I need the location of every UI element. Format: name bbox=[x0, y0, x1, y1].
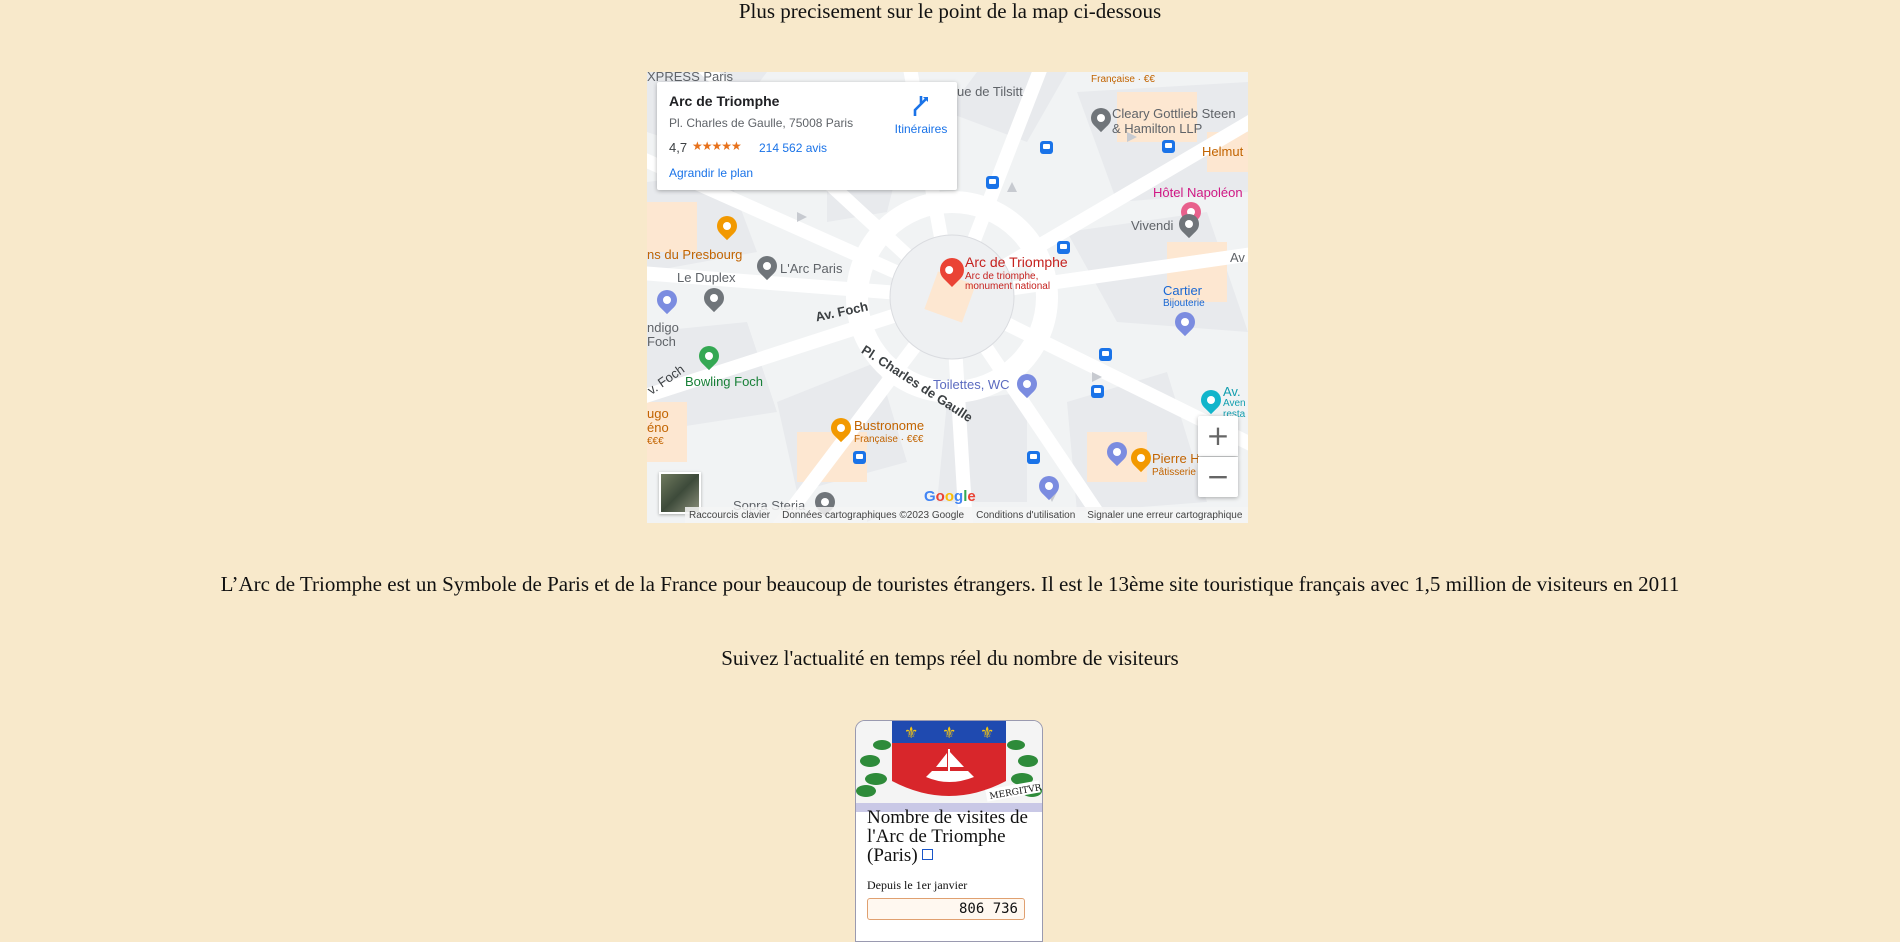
report-error-link[interactable]: Signaler une erreur cartographique bbox=[1087, 510, 1242, 521]
intro-text: Plus precisement sur le point de la map … bbox=[738, 0, 1162, 23]
poi-geno: éno bbox=[647, 420, 669, 435]
directions-button[interactable]: Itinéraires bbox=[889, 94, 953, 136]
poi-bowling[interactable]: Bowling Foch bbox=[685, 374, 763, 389]
poi-cleary-1[interactable]: Cleary Gottlieb Steen bbox=[1112, 106, 1236, 121]
poi-euros: €€€ bbox=[647, 436, 664, 447]
description-text: L’Arc de Triomphe est un Symbole de Pari… bbox=[220, 572, 1680, 596]
map-footer: Raccourcis clavier Données cartographiqu… bbox=[685, 507, 1248, 523]
keyboard-shortcuts-link[interactable]: Raccourcis clavier bbox=[689, 510, 770, 521]
poi-bustronome[interactable]: Bustronome bbox=[854, 418, 924, 433]
reviews-link[interactable]: 214 562 avis bbox=[759, 141, 827, 155]
bus-stop-icon[interactable] bbox=[1162, 140, 1175, 153]
poi-av-right: Av bbox=[1230, 250, 1245, 265]
map-data-credit: Données cartographiques ©2023 Google bbox=[782, 509, 965, 521]
svg-text:⚜: ⚜ bbox=[904, 723, 918, 742]
follow-text: Suivez l'actualité en temps réel du nomb… bbox=[721, 646, 1179, 670]
poi-francaise: Française · €€ bbox=[1091, 74, 1155, 85]
paris-coat-of-arms-icon: ⚜ ⚜ ⚜ MERGITVR bbox=[856, 721, 1042, 803]
poi-toilettes[interactable]: Toilettes, WC bbox=[933, 377, 1010, 392]
zoom-out-button[interactable]: − bbox=[1198, 457, 1238, 497]
zoom-in-button[interactable]: + bbox=[1198, 416, 1238, 456]
bus-stop-icon[interactable] bbox=[853, 451, 866, 464]
place-address: Pl. Charles de Gaulle, 75008 Paris bbox=[669, 116, 854, 130]
widget-title-text[interactable]: Nombre de visites de l'Arc de Triomphe (… bbox=[867, 807, 1028, 866]
widget-since-label: Depuis le 1er janvier bbox=[867, 878, 968, 892]
bus-stop-icon[interactable] bbox=[986, 176, 999, 189]
external-link-icon[interactable] bbox=[921, 849, 933, 860]
place-info-card: Arc de Triomphe Pl. Charles de Gaulle, 7… bbox=[657, 82, 957, 190]
embedded-map[interactable]: XPRESS Paris Française · €€ ue de Tilsit… bbox=[647, 72, 1248, 523]
poi-av-right-2: Av. bbox=[1223, 384, 1241, 399]
poi-indigo-1[interactable]: ndigo bbox=[647, 320, 679, 335]
poi-hotel[interactable]: Hôtel Napoléon bbox=[1153, 185, 1243, 200]
poi-bustronome-sub: Française · €€€ bbox=[854, 434, 924, 445]
bus-stop-icon[interactable] bbox=[1099, 348, 1112, 361]
widget-title[interactable]: Nombre de visites de l'Arc de Triomphe (… bbox=[867, 808, 1037, 865]
rating-stars-icon: ★★★★★ bbox=[692, 139, 742, 153]
poi-vivendi[interactable]: Vivendi bbox=[1131, 218, 1173, 233]
poi-cartier[interactable]: Cartier bbox=[1163, 283, 1202, 298]
poi-cleary-2: & Hamilton LLP bbox=[1112, 121, 1203, 136]
place-rating: 4,7 bbox=[669, 140, 688, 155]
poi-presbourg[interactable]: ns du Presbourg bbox=[647, 247, 742, 262]
directions-label: Itinéraires bbox=[894, 122, 948, 136]
poi-arc-paris[interactable]: L'Arc Paris bbox=[780, 261, 842, 276]
poi-tilsitt: ue de Tilsitt bbox=[957, 84, 1023, 99]
poi-duplex[interactable]: Le Duplex bbox=[677, 270, 736, 285]
bus-stop-icon[interactable] bbox=[1091, 385, 1104, 398]
bus-stop-icon[interactable] bbox=[1027, 451, 1040, 464]
bus-stop-icon[interactable] bbox=[1057, 241, 1070, 254]
poi-avenue: Aven bbox=[1223, 398, 1246, 409]
visitor-count-display: 806 736 bbox=[867, 898, 1025, 920]
svg-text:⚜: ⚜ bbox=[980, 723, 994, 742]
poi-arc-sub-2: monument national bbox=[965, 281, 1051, 292]
poi-arc-main[interactable]: Arc de Triomphe bbox=[965, 254, 1068, 270]
terms-link[interactable]: Conditions d'utilisation bbox=[976, 510, 1075, 521]
svg-text:⚜: ⚜ bbox=[942, 723, 956, 742]
poi-hugo[interactable]: ugo bbox=[647, 406, 669, 421]
place-title: Arc de Triomphe bbox=[669, 93, 780, 109]
directions-icon bbox=[913, 96, 928, 116]
enlarge-map-link[interactable]: Agrandir le plan bbox=[669, 166, 753, 180]
poi-cartier-sub: Bijouterie bbox=[1163, 298, 1205, 309]
poi-indigo-2: Foch bbox=[647, 334, 676, 349]
google-logo: Google bbox=[924, 488, 976, 505]
poi-helmut[interactable]: Helmut bbox=[1202, 144, 1243, 159]
poi-patisserie: Pâtisserie bbox=[1152, 467, 1196, 478]
bus-stop-icon[interactable] bbox=[1040, 141, 1053, 154]
visitor-counter-widget[interactable]: ⚜ ⚜ ⚜ MERGITVR Nombre de visites de l'Arc … bbox=[855, 720, 1043, 942]
poi-pierre[interactable]: Pierre H bbox=[1152, 451, 1200, 466]
